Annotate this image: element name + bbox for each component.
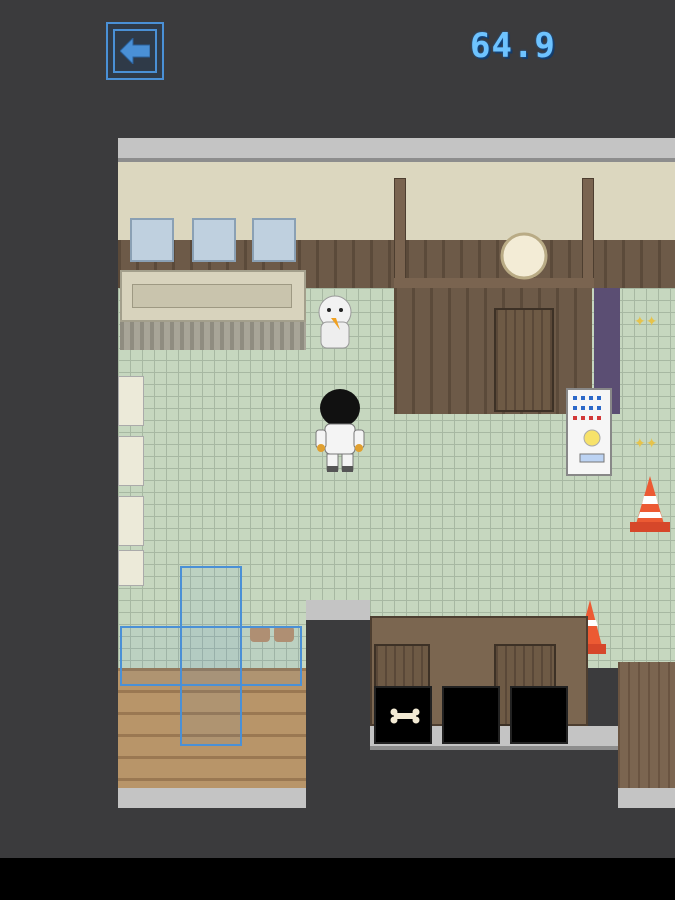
mirror-icon <box>252 218 296 262</box>
inventory-slot[interactable] <box>510 686 568 744</box>
traffic-cone <box>630 476 670 532</box>
system-nav-bar <box>0 858 675 900</box>
counter-base <box>120 322 306 350</box>
dpad-right-button[interactable] <box>246 630 298 682</box>
urinal <box>118 550 144 586</box>
urinal <box>118 496 144 546</box>
bone-icon <box>390 708 420 724</box>
mirror-icon <box>192 218 236 262</box>
inventory-bar <box>370 684 576 748</box>
arrow-left-icon <box>120 38 150 64</box>
mirror-icon <box>130 218 174 262</box>
dpad-left-button[interactable] <box>124 630 176 682</box>
door[interactable] <box>494 308 554 412</box>
wall-clock <box>500 232 548 280</box>
map-bottom <box>118 808 675 818</box>
player-sprite[interactable] <box>314 388 366 474</box>
wood-post <box>394 178 406 288</box>
room-wall <box>394 288 592 414</box>
inventory-slot[interactable] <box>442 686 500 744</box>
dog-sprite[interactable] <box>316 288 354 352</box>
urinal <box>118 436 144 486</box>
dpad-up-button[interactable] <box>184 570 238 622</box>
urinal <box>118 376 144 426</box>
dark-block <box>306 620 370 818</box>
vending-machine[interactable] <box>566 388 612 476</box>
map-top-wall <box>118 138 675 162</box>
inventory-slot[interactable] <box>374 686 432 744</box>
wood-post <box>582 178 594 288</box>
wood-beam <box>394 278 594 288</box>
sparkle-icon: ✦✦ <box>634 314 658 330</box>
back-button[interactable] <box>106 22 164 80</box>
sparkle-icon: ✦✦ <box>634 436 658 452</box>
wood-panel <box>618 662 675 788</box>
sink-icon <box>132 284 292 308</box>
dpad-down-button[interactable] <box>184 690 238 742</box>
timer-display: 64.9 <box>470 26 556 66</box>
